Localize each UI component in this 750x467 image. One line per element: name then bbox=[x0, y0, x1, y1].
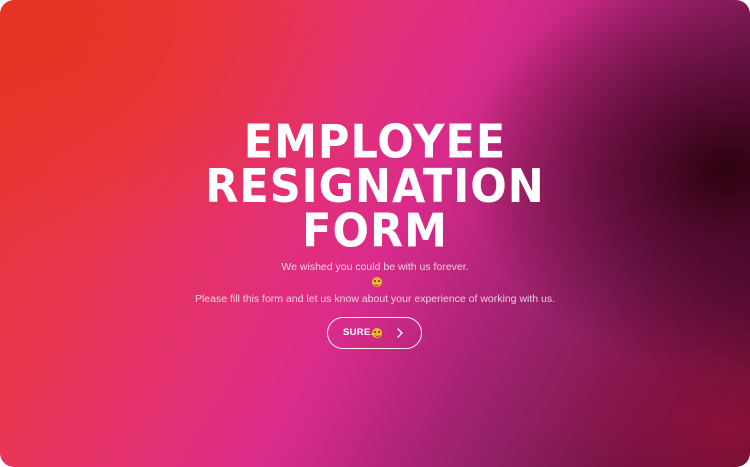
form-welcome-screen: EMPLOYEE RESIGNATION FORM We wished you … bbox=[0, 0, 750, 467]
form-title-line-1: EMPLOYEE bbox=[243, 115, 507, 170]
chevron-right-icon bbox=[397, 328, 403, 338]
form-title-line-3: FORM bbox=[302, 204, 448, 259]
form-description: We wished you could be with us forever. … bbox=[0, 259, 750, 307]
form-description-line-2: Please fill this form and let us know ab… bbox=[194, 293, 556, 305]
form-title: EMPLOYEE RESIGNATION FORM bbox=[0, 115, 750, 259]
form-description-line-1: We wished you could be with us forever. bbox=[0, 259, 750, 291]
welcome-content: EMPLOYEE RESIGNATION FORM We wished you … bbox=[0, 0, 750, 467]
start-form-button[interactable]: SURE. bbox=[327, 317, 422, 349]
form-description-text-1: We wished you could be with us forever. bbox=[281, 261, 469, 273]
form-title-line-2: RESIGNATION bbox=[205, 159, 545, 214]
grimacing-face-icon bbox=[372, 328, 382, 338]
grimacing-face-icon bbox=[371, 277, 382, 287]
start-form-button-label: SURE. bbox=[343, 327, 374, 338]
